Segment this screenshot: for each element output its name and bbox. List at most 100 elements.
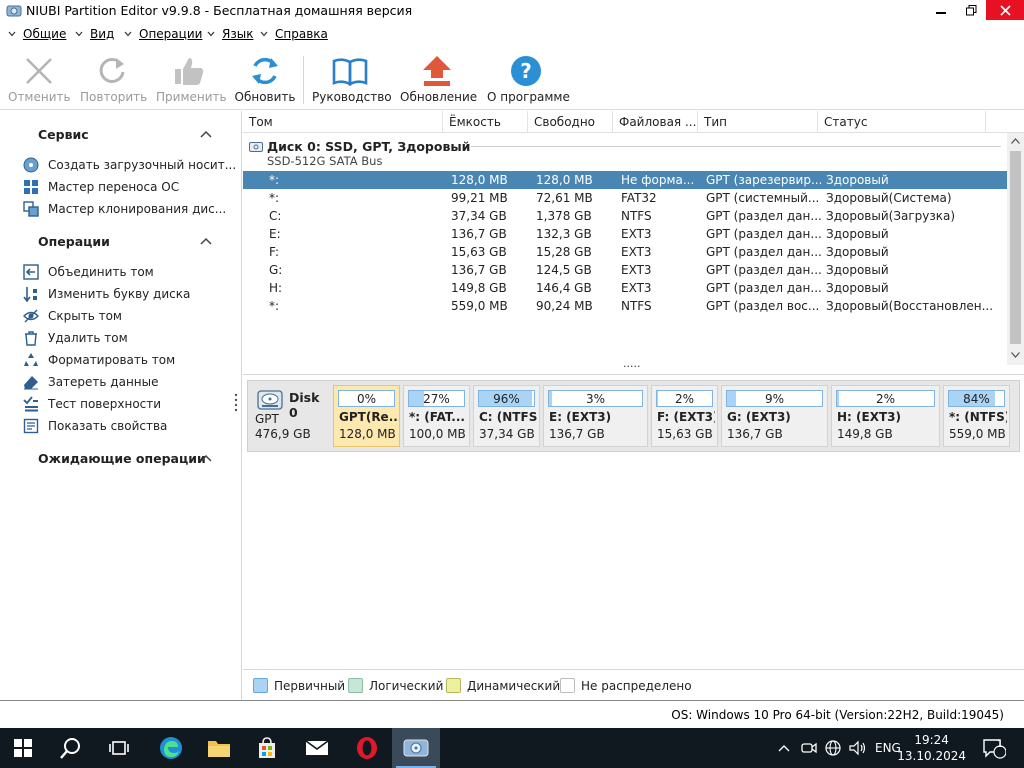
surface-test-icon <box>23 396 38 412</box>
sidebar-item-surface-test[interactable]: Тест поверхности <box>22 394 161 414</box>
table-row[interactable]: G: 136,7 GB 124,5 GB EXT3 GPT (раздел да… <box>243 261 1007 279</box>
thumbs-up-icon <box>175 58 204 85</box>
store-app[interactable] <box>244 728 290 768</box>
redo-button[interactable]: Повторить <box>80 54 147 104</box>
scrollbar-thumb[interactable] <box>1010 151 1021 344</box>
splitter-handle[interactable] <box>234 392 238 414</box>
sidebar-item-label: Затереть данные <box>48 375 159 389</box>
tray-show-hidden[interactable] <box>778 728 790 768</box>
mail-app[interactable] <box>294 728 340 768</box>
partition-block[interactable]: 27% *: (FAT... 100,0 MB <box>403 385 470 447</box>
cell-free: 90,24 MB <box>536 299 593 313</box>
partition-block[interactable]: 9% G: (EXT3) 136,7 GB <box>721 385 828 447</box>
sidebar-item-create-bootable-media[interactable]: Создать загрузочный носит... <box>22 155 236 175</box>
upload-arrow-icon <box>423 56 451 86</box>
partition-block[interactable]: 0% GPT(Re... 128,0 MB <box>333 385 400 447</box>
column-header-free[interactable]: Свободно <box>528 111 613 133</box>
column-header-type[interactable]: Тип <box>698 111 818 133</box>
sidebar-item-wipe-data[interactable]: Затереть данные <box>22 372 159 392</box>
start-button[interactable] <box>0 728 46 768</box>
menu-view[interactable]: Вид <box>75 27 114 41</box>
action-center-button[interactable]: 1 <box>982 728 1006 768</box>
task-view-button[interactable] <box>96 728 142 768</box>
search-button[interactable] <box>48 728 94 768</box>
menu-general[interactable]: Общие <box>8 27 66 41</box>
collapse-pending-icon[interactable] <box>200 454 212 462</box>
partition-block[interactable]: 2% F: (EXT3) 15,63 GB <box>651 385 718 447</box>
column-header-status[interactable]: Статус <box>818 111 986 133</box>
undo-button[interactable]: Отменить <box>8 54 71 104</box>
sidebar-item-disk-clone[interactable]: Мастер клонирования дис... <box>22 199 226 219</box>
pane-resize-handle[interactable]: ..... <box>623 357 640 370</box>
cell-filesystem: NTFS <box>621 299 652 313</box>
refresh-button[interactable]: Обновить <box>234 54 296 104</box>
cell-volume: E: <box>269 227 281 241</box>
table-row[interactable]: E: 136,7 GB 132,3 GB EXT3 GPT (раздел да… <box>243 225 1007 243</box>
mail-icon <box>305 740 329 755</box>
menu-language[interactable]: Язык <box>207 27 253 41</box>
niubi-partition-editor-app[interactable] <box>392 728 440 768</box>
menu-operations[interactable]: Операции <box>124 27 202 41</box>
table-row[interactable]: *: 559,0 MB 90,24 MB NTFS GPT (раздел во… <box>243 297 1007 315</box>
disk-info[interactable]: Disk 0 GPT 476,9 GB <box>250 384 330 446</box>
tray-volume[interactable] <box>849 728 867 768</box>
cell-type: GPT (зарезервир... <box>706 173 821 187</box>
table-row[interactable]: C: 37,34 GB 1,378 GB NTFS GPT (раздел да… <box>243 207 1007 225</box>
collapse-operations-icon[interactable] <box>200 237 212 245</box>
partition-block[interactable]: 84% *: (NTFS) 559,0 MB <box>943 385 1010 447</box>
column-header-capacity[interactable]: Ёмкость <box>443 111 528 133</box>
sidebar-item-format-volume[interactable]: Форматировать том <box>22 350 175 370</box>
menu-help[interactable]: Справка <box>260 27 328 41</box>
scroll-up-icon[interactable] <box>1011 138 1020 144</box>
partition-block[interactable]: 3% E: (EXT3) 136,7 GB <box>543 385 648 447</box>
restore-button[interactable] <box>956 0 986 20</box>
partition-block[interactable]: 2% H: (EXT3) 149,8 GB <box>831 385 940 447</box>
manual-button[interactable]: Руководство <box>312 54 392 104</box>
os-info: OS: Windows 10 Pro 64-bit (Version:22H2,… <box>671 708 1004 722</box>
opera-icon <box>357 737 377 759</box>
sidebar-item-delete-volume[interactable]: Удалить том <box>22 328 128 348</box>
partition-size: 100,0 MB <box>409 427 466 441</box>
cell-filesystem: EXT3 <box>621 227 652 241</box>
cell-free: 132,3 GB <box>536 227 592 241</box>
partition-size: 128,0 MB <box>339 427 396 441</box>
sidebar-item-show-properties[interactable]: Показать свойства <box>22 416 167 436</box>
clock-date: 13.10.2024 <box>897 749 966 763</box>
cell-type: GPT (раздел дан... <box>706 263 821 277</box>
file-explorer-app[interactable] <box>196 728 242 768</box>
about-button[interactable]: ? О программе <box>487 54 570 104</box>
disk-divider <box>471 146 1001 147</box>
table-row[interactable]: H: 149,8 GB 146,4 GB EXT3 GPT (раздел да… <box>243 279 1007 297</box>
sidebar-item-merge-volume[interactable]: Объединить том <box>22 262 154 282</box>
update-button[interactable]: Обновление <box>400 54 477 104</box>
minimize-button[interactable] <box>926 0 956 20</box>
tray-meet-now[interactable] <box>801 728 817 768</box>
tray-clock[interactable]: 19:24 13.10.2024 <box>897 732 966 764</box>
sidebar-item-label: Скрыть том <box>48 309 122 323</box>
table-row[interactable]: F: 15,63 GB 15,28 GB EXT3 GPT (раздел да… <box>243 243 1007 261</box>
usage-bar: 0% <box>338 390 395 407</box>
cell-type: GPT (раздел дан... <box>706 209 821 223</box>
cell-filesystem: EXT3 <box>621 263 652 277</box>
camera-icon <box>801 742 817 754</box>
apply-button[interactable]: Применить <box>156 54 227 104</box>
sidebar-item-change-drive-letter[interactable]: Изменить букву диска <box>22 284 190 304</box>
column-header-filesystem[interactable]: Файловая ... <box>613 111 698 133</box>
collapse-service-icon[interactable] <box>200 130 212 138</box>
disk-title: Диск 0: SSD, GPT, Здоровый <box>267 139 471 154</box>
edge-app[interactable] <box>148 728 194 768</box>
sidebar-item-hide-volume[interactable]: Скрыть том <box>22 306 122 326</box>
close-button[interactable] <box>986 0 1024 20</box>
sidebar-item-os-migration[interactable]: Мастер переноса ОС <box>22 177 179 197</box>
column-header-volume[interactable]: Том <box>243 111 443 133</box>
partition-block[interactable]: 96% C: (NTFS) 37,34 GB <box>473 385 540 447</box>
sidebar-item-label: Объединить том <box>48 265 154 279</box>
table-row[interactable]: *: 128,0 MB 128,0 MB Не форма... GPT (за… <box>243 171 1007 189</box>
usage-percent: 9% <box>764 392 785 406</box>
menu-label: Язык <box>222 27 254 41</box>
tray-network[interactable] <box>825 728 841 768</box>
opera-app[interactable] <box>344 728 390 768</box>
table-row[interactable]: *: 99,21 MB 72,61 MB FAT32 GPT (системны… <box>243 189 1007 207</box>
cell-free: 128,0 MB <box>536 173 593 187</box>
scroll-down-icon[interactable] <box>1011 352 1020 358</box>
